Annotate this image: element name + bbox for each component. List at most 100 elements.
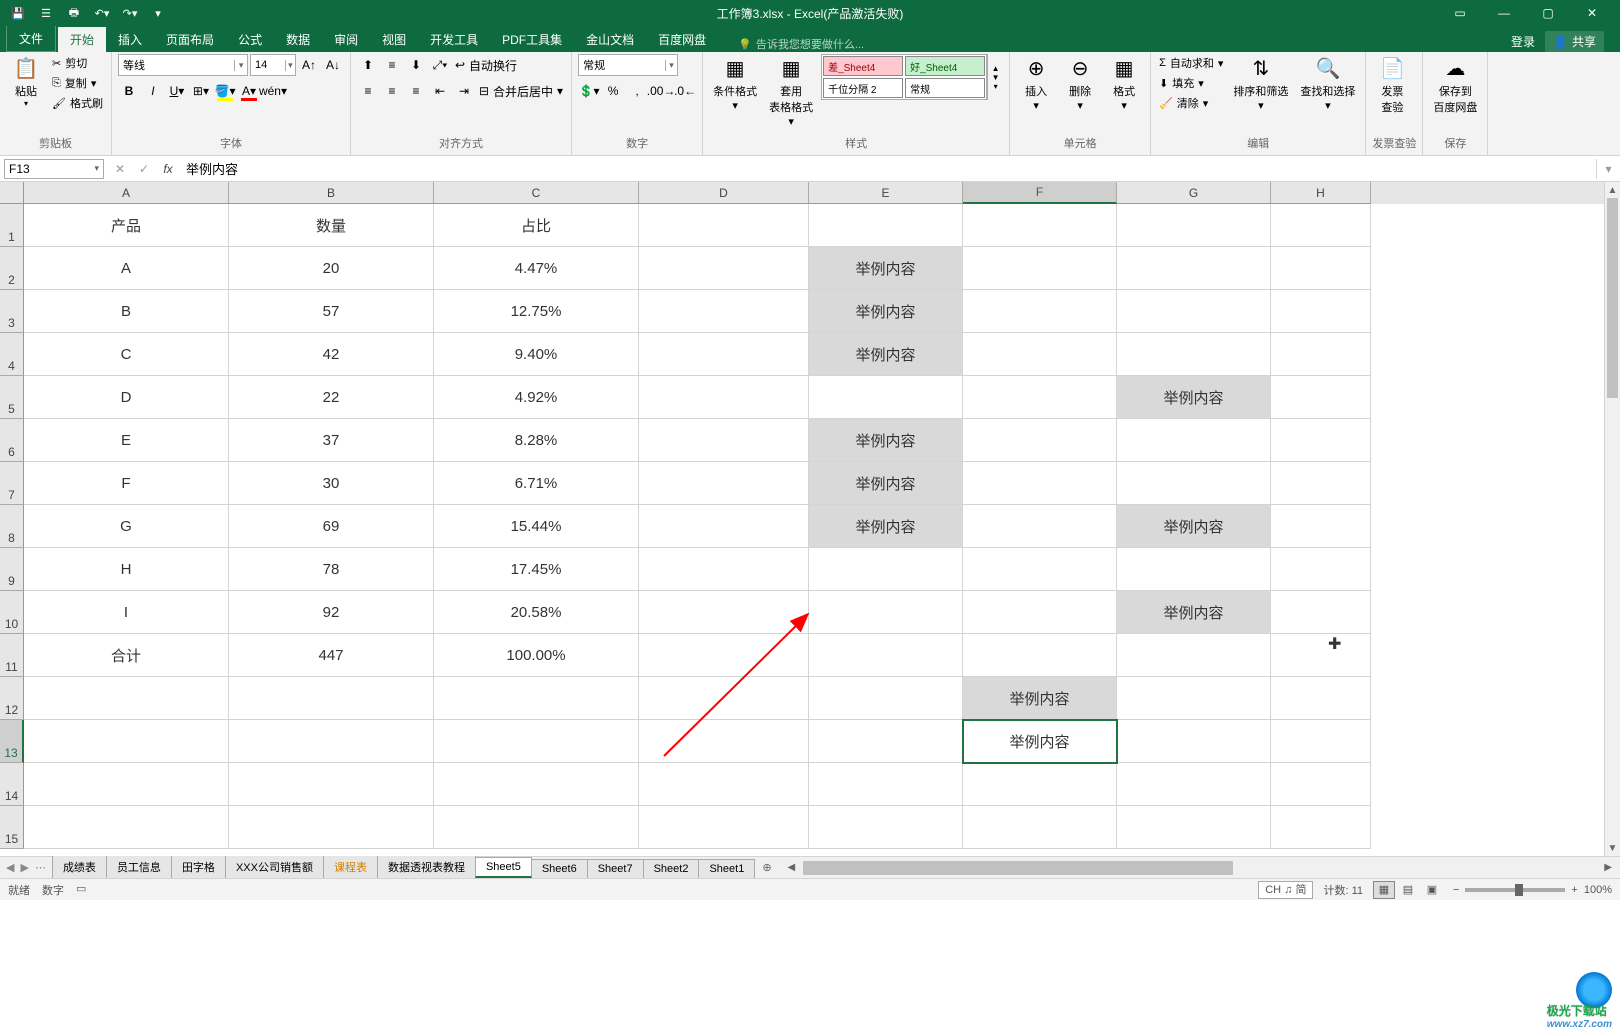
cell-E3[interactable]: 举例内容: [809, 290, 963, 333]
col-header-F[interactable]: F: [963, 182, 1117, 204]
col-header-G[interactable]: G: [1117, 182, 1271, 204]
cell-H9[interactable]: [1271, 548, 1371, 591]
row-header-15[interactable]: 15: [0, 806, 24, 849]
cell-E12[interactable]: [809, 677, 963, 720]
cell-H13[interactable]: [1271, 720, 1371, 763]
sort-filter-button[interactable]: ⇅排序和筛选▾: [1229, 54, 1292, 114]
cell-B10[interactable]: 92: [229, 591, 434, 634]
cell-G9[interactable]: [1117, 548, 1271, 591]
cell-B4[interactable]: 42: [229, 333, 434, 376]
cell-E15[interactable]: [809, 806, 963, 849]
table-format-button[interactable]: ▦套用 表格格式▾: [765, 54, 817, 130]
fx-icon[interactable]: fx: [156, 159, 180, 179]
sheet-tab-数据透视表教程[interactable]: 数据透视表教程: [377, 855, 476, 878]
paste-button[interactable]: 📋 粘贴 ▾: [6, 54, 46, 110]
add-sheet-button[interactable]: ⊕: [754, 857, 779, 878]
cell-D10[interactable]: [639, 591, 809, 634]
expand-formula-icon[interactable]: ▾: [1596, 159, 1620, 179]
cell-H8[interactable]: [1271, 505, 1371, 548]
cell-G14[interactable]: [1117, 763, 1271, 806]
cell-A9[interactable]: H: [24, 548, 229, 591]
zoom-in-icon[interactable]: +: [1571, 884, 1577, 896]
tab-home[interactable]: 开始: [58, 27, 106, 52]
cell-H1[interactable]: [1271, 204, 1371, 247]
tab-pdf-tools[interactable]: PDF工具集: [490, 27, 574, 52]
cell-F8[interactable]: [963, 505, 1117, 548]
cell-F7[interactable]: [963, 462, 1117, 505]
cell-C4[interactable]: 9.40%: [434, 333, 639, 376]
cell-C15[interactable]: [434, 806, 639, 849]
sheet-tab-田字格[interactable]: 田字格: [171, 855, 226, 878]
scroll-right-icon[interactable]: ▶: [1600, 862, 1616, 873]
cell-E5[interactable]: [809, 376, 963, 419]
align-middle-icon[interactable]: ≡: [381, 54, 403, 76]
tab-page-layout[interactable]: 页面布局: [154, 27, 226, 52]
select-all-corner[interactable]: [0, 182, 24, 204]
comma-icon[interactable]: ,: [626, 80, 648, 102]
row-header-12[interactable]: 12: [0, 677, 24, 720]
cell-B3[interactable]: 57: [229, 290, 434, 333]
tell-me-search[interactable]: 💡 告诉我您想要做什么...: [738, 36, 864, 52]
cell-G5[interactable]: 举例内容: [1117, 376, 1271, 419]
fill-color-button[interactable]: 🪣▾: [214, 80, 236, 102]
cell-D4[interactable]: [639, 333, 809, 376]
cell-B14[interactable]: [229, 763, 434, 806]
cell-E7[interactable]: 举例内容: [809, 462, 963, 505]
col-header-C[interactable]: C: [434, 182, 639, 204]
cell-B5[interactable]: 22: [229, 376, 434, 419]
page-break-view-icon[interactable]: ▣: [1421, 881, 1443, 899]
sheet-tab-XXX公司销售额[interactable]: XXX公司销售额: [225, 855, 324, 878]
cell-H6[interactable]: [1271, 419, 1371, 462]
cell-E8[interactable]: 举例内容: [809, 505, 963, 548]
cell-C12[interactable]: [434, 677, 639, 720]
sheet-tab-课程表[interactable]: 课程表: [323, 855, 378, 878]
cell-H11[interactable]: [1271, 634, 1371, 677]
percent-icon[interactable]: %: [602, 80, 624, 102]
cell-D14[interactable]: [639, 763, 809, 806]
macro-record-icon[interactable]: ▭: [76, 882, 86, 898]
share-button[interactable]: 👤 共享: [1545, 31, 1604, 52]
bold-button[interactable]: B: [118, 80, 140, 102]
minimize-icon[interactable]: ―: [1484, 0, 1524, 26]
hscroll-thumb[interactable]: [803, 861, 1233, 875]
cell-E10[interactable]: [809, 591, 963, 634]
cell-D12[interactable]: [639, 677, 809, 720]
login-link[interactable]: 登录: [1511, 33, 1535, 50]
cell-D9[interactable]: [639, 548, 809, 591]
cell-D1[interactable]: [639, 204, 809, 247]
row-header-7[interactable]: 7: [0, 462, 24, 505]
save-icon[interactable]: 💾: [8, 3, 28, 23]
cell-E1[interactable]: [809, 204, 963, 247]
cell-B8[interactable]: 69: [229, 505, 434, 548]
border-button[interactable]: ⊞▾: [190, 80, 212, 102]
horizontal-scrollbar[interactable]: ◀ ▶: [780, 857, 1620, 878]
save-baidu-button[interactable]: ☁保存到 百度网盘: [1429, 54, 1481, 117]
tab-developer[interactable]: 开发工具: [418, 27, 490, 52]
cell-A4[interactable]: C: [24, 333, 229, 376]
sheet-nav-first-icon[interactable]: ◀: [6, 861, 14, 874]
style-thousands[interactable]: 千位分隔 2: [823, 78, 903, 98]
row-header-8[interactable]: 8: [0, 505, 24, 548]
row-header-4[interactable]: 4: [0, 333, 24, 376]
style-good[interactable]: 好_Sheet4: [905, 56, 985, 76]
scroll-thumb[interactable]: [1607, 198, 1618, 398]
cell-F2[interactable]: [963, 247, 1117, 290]
cell-F15[interactable]: [963, 806, 1117, 849]
cell-D13[interactable]: [639, 720, 809, 763]
ime-indicator[interactable]: CH ♫ 简: [1258, 881, 1313, 899]
cell-F4[interactable]: [963, 333, 1117, 376]
cell-H4[interactable]: [1271, 333, 1371, 376]
cell-D8[interactable]: [639, 505, 809, 548]
page-layout-view-icon[interactable]: ▤: [1397, 881, 1419, 899]
cell-G4[interactable]: [1117, 333, 1271, 376]
cell-A11[interactable]: 合计: [24, 634, 229, 677]
zoom-slider[interactable]: [1465, 888, 1565, 892]
invoice-check-button[interactable]: 📄发票 查验: [1372, 54, 1412, 117]
cell-H7[interactable]: [1271, 462, 1371, 505]
cell-G6[interactable]: [1117, 419, 1271, 462]
cell-A6[interactable]: E: [24, 419, 229, 462]
merge-center-button[interactable]: ⊟合并后居中▾: [477, 82, 565, 101]
cell-G10[interactable]: 举例内容: [1117, 591, 1271, 634]
cell-F1[interactable]: [963, 204, 1117, 247]
cell-B9[interactable]: 78: [229, 548, 434, 591]
